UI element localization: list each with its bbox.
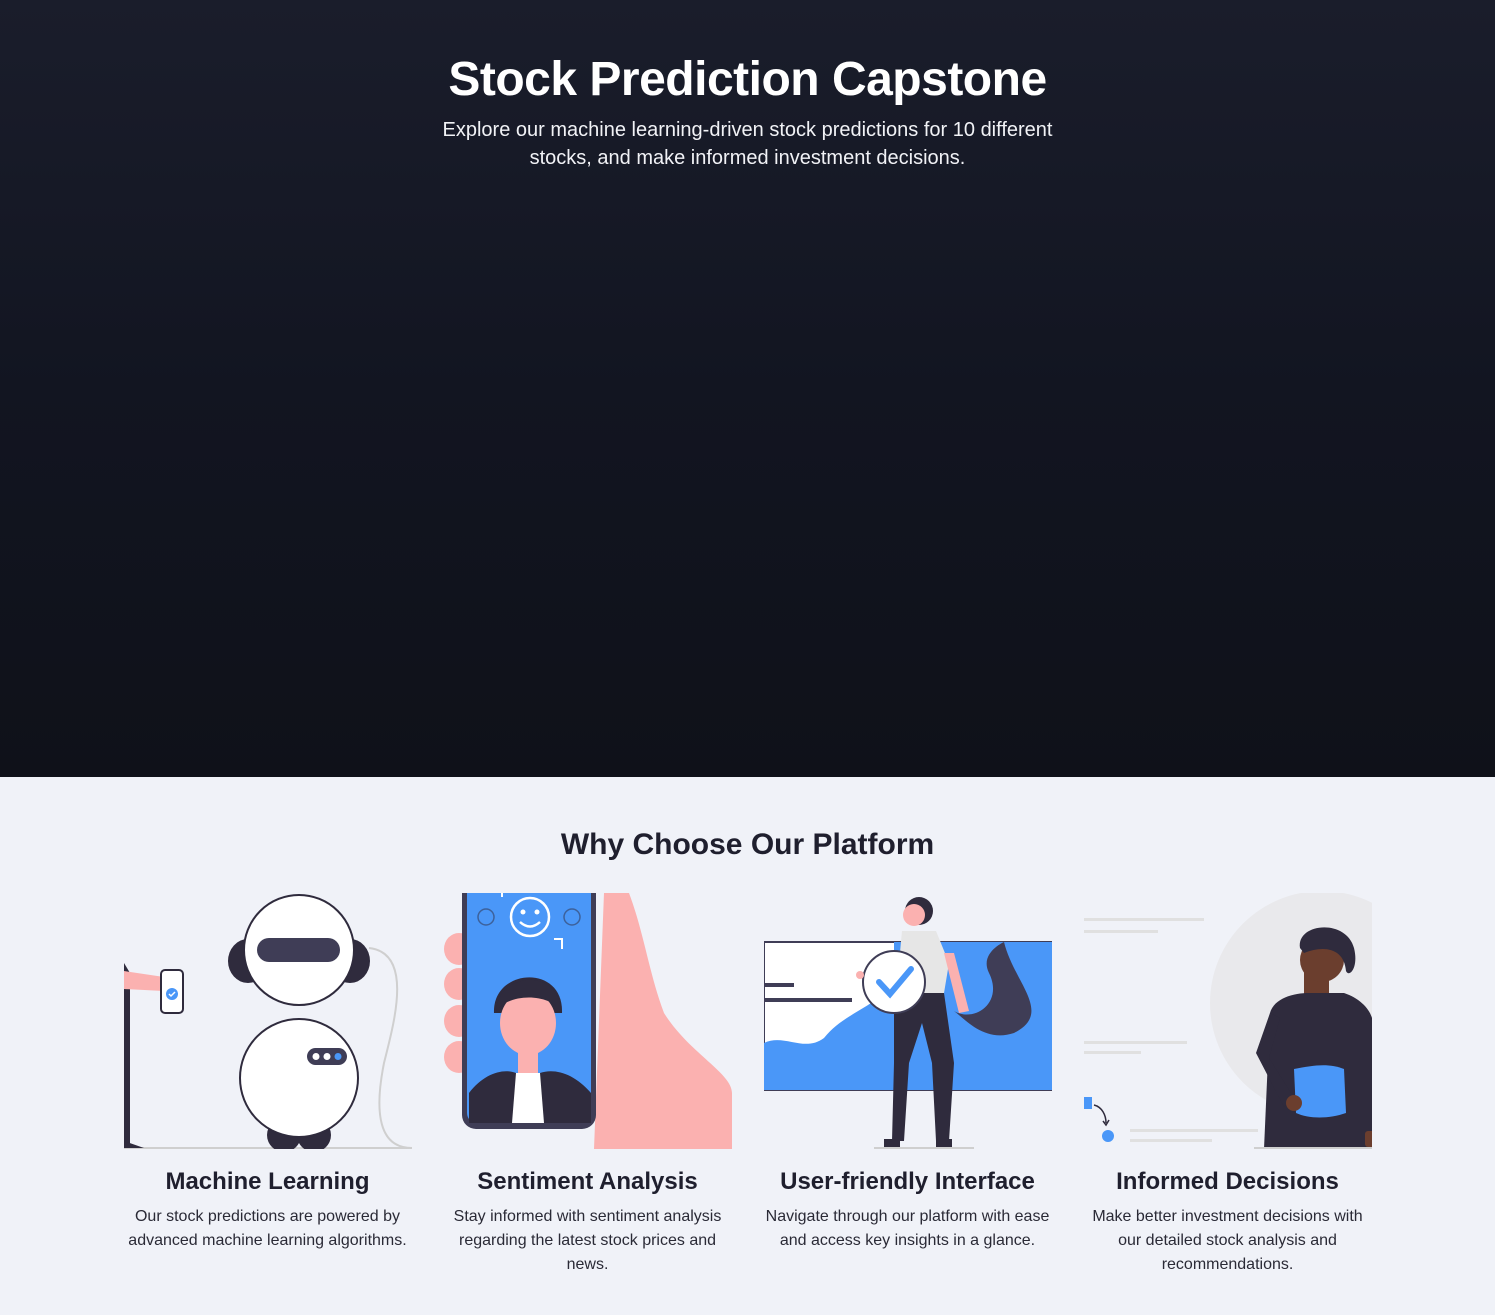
robot-illustration-icon xyxy=(123,893,412,1149)
features-heading: Why Choose Our Platform xyxy=(560,828,935,861)
feature-cards: Machine Learning Our stock predictions a… xyxy=(0,893,1495,1277)
feature-description: Make better investment decisions with ou… xyxy=(1092,1208,1363,1273)
feature-title: Machine Learning xyxy=(165,1168,370,1195)
hero-subtitle: Explore our machine learning-driven stoc… xyxy=(442,119,1053,169)
feature-description: Stay informed with sentiment analysis re… xyxy=(453,1208,722,1273)
hero-section: Stock Prediction Capstone Explore our ma… xyxy=(0,0,1495,777)
feature-title: User-friendly Interface xyxy=(780,1168,1035,1195)
feature-card-machine-learning: Machine Learning Our stock predictions a… xyxy=(123,893,412,1277)
features-section: Why Choose Our Platform Machine Learning… xyxy=(0,777,1495,1315)
page-title: Stock Prediction Capstone xyxy=(448,53,1047,106)
feature-card-informed-decisions: Informed Decisions Make better investmen… xyxy=(1083,893,1372,1277)
feature-card-sentiment-analysis: Sentiment Analysis Stay informed with se… xyxy=(443,893,732,1277)
checkmark-person-illustration-icon xyxy=(763,893,1052,1149)
feature-card-user-friendly-interface: User-friendly Interface Navigate through… xyxy=(763,893,1052,1277)
feature-description: Navigate through our platform with ease … xyxy=(765,1208,1050,1249)
person-document-illustration-icon xyxy=(1083,893,1372,1149)
feature-description: Our stock predictions are powered by adv… xyxy=(128,1208,407,1249)
phone-selfie-illustration-icon xyxy=(443,893,732,1149)
feature-title: Informed Decisions xyxy=(1116,1168,1339,1195)
feature-title: Sentiment Analysis xyxy=(477,1168,698,1195)
